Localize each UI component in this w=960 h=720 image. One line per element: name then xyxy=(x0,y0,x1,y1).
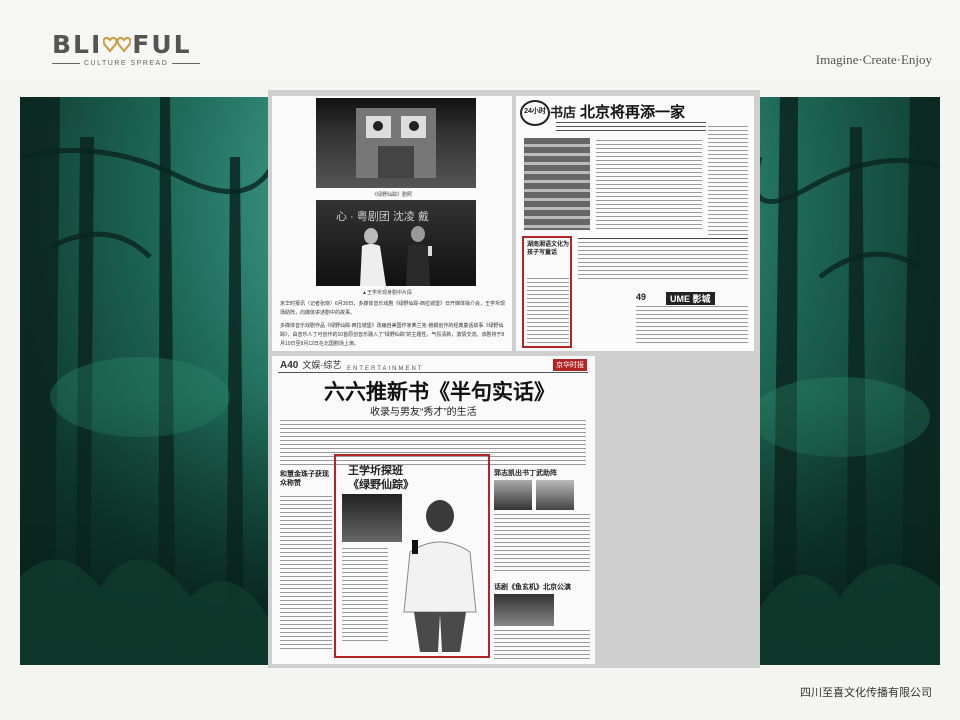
right-story-2-photo xyxy=(494,594,554,626)
newspaper-clippings-panel: 《绿野仙踪》剧照 心 · 粤剧团 沈凌 戴 ▲王学圻现身剧中片段 京华时报讯（记… xyxy=(268,90,760,668)
newspaper-red-tag: 京华时报 xyxy=(553,359,587,371)
double-heart-icon xyxy=(103,36,132,53)
right-column-lines-2 xyxy=(494,630,590,662)
highlight-box-inset: 湖南湘语文化为孩子写童话 xyxy=(522,236,572,348)
section-name: 文娱·综艺 xyxy=(302,360,342,370)
logo-sub-text: CULTURE SPREAD xyxy=(84,60,169,67)
badge-24h: 24小时 xyxy=(520,100,550,126)
right-story-2-title: 话剧《鱼玄机》北京公演 xyxy=(494,584,571,591)
bottom-tag: 49 xyxy=(636,292,647,302)
article-text-columns xyxy=(596,140,702,232)
clipping-top-left: 《绿野仙踪》剧照 心 · 粤剧团 沈凌 戴 ▲王学圻现身剧中片段 京华时报讯（记… xyxy=(272,96,512,351)
top-right-headline: 北京将再添一家 xyxy=(580,104,686,121)
event-photo: 心 · 粤剧团 沈凌 戴 xyxy=(316,200,476,286)
page-number: A40 xyxy=(280,360,299,371)
tagline: Imagine·Create·Enjoy xyxy=(815,52,932,67)
ume-cinema-banner: UME 影城 xyxy=(666,292,715,305)
stage-photo-top xyxy=(316,98,476,188)
highlight-box-feature: 王学圻探班 《绿野仙踪》 xyxy=(334,454,490,658)
footer-company-name: 四川至喜文化传播有限公司 xyxy=(800,686,932,699)
lower-article-lines xyxy=(578,238,748,282)
bookstore-photo xyxy=(524,138,590,230)
left-story-title: 和慧金珠子获现众称赞 xyxy=(280,471,329,487)
logo-text-left: BLI xyxy=(52,30,103,59)
right-column-lines xyxy=(494,514,590,574)
main-subheadline: 收录与男友“秀才”的生活 xyxy=(370,407,477,418)
article-paragraph-2: 多媒体音乐戏剧作品《绿野仙踪-西拉城堡》改编自美国作家弗兰克·鲍姆创作的经典童话… xyxy=(280,323,505,347)
feature-text-lines xyxy=(342,548,388,644)
article-paragraph-1: 京华时报讯（记者张晓）6月30日，多媒体音乐戏剧《绿野仙踪-西拉城堡》日开媒体操… xyxy=(280,301,506,316)
photo-bottom-caption: ▲王学圻现身剧中片段 xyxy=(362,290,412,296)
headline-prefix: 书店 xyxy=(550,105,577,120)
right-story-1-photo-b xyxy=(536,480,574,510)
headline-deck-lines xyxy=(556,122,706,134)
blissful-logo: BLI FUL CULTURE SPREAD xyxy=(52,32,202,72)
section-rule xyxy=(278,372,588,373)
stage-banner-text: 心 · 粤剧团 沈凌 戴 xyxy=(336,211,429,223)
stage-set-illustration xyxy=(356,108,436,178)
clipping-top-right: 24小时 书店 北京将再添一家 湖南湘语文化为孩子写童话 49 UME 影城 xyxy=(516,96,754,351)
page-header: BLI FUL CULTURE SPREAD Imagine·Create·En… xyxy=(0,0,960,82)
logo-subtitle: CULTURE SPREAD xyxy=(52,60,202,67)
photo-top-caption: 《绿野仙踪》剧照 xyxy=(372,192,413,198)
actor-portrait-illustration xyxy=(403,500,477,652)
feature-title-line-2: 《绿野仙踪》 xyxy=(348,479,414,491)
logo-wordmark: BLI FUL xyxy=(52,32,202,58)
logo-text-right: FUL xyxy=(132,30,192,59)
main-headline: 六六推新书《半句实话》 xyxy=(324,380,555,404)
section-label: A40 文娱·综艺 xyxy=(280,358,341,371)
left-column-lines xyxy=(280,496,332,652)
cinema-schedule-lines xyxy=(636,306,748,346)
right-story-1-photo-a xyxy=(494,480,532,510)
right-story-1-title: 郭志凯出书丁武助阵 xyxy=(494,470,557,477)
inset-headline: 湖南湘语文化为孩子写童话 xyxy=(527,242,570,256)
clipping-bottom: A40 文娱·综艺 ENTERTAINMENT 京华时报 六六推新书《半句实话》 … xyxy=(272,356,595,664)
